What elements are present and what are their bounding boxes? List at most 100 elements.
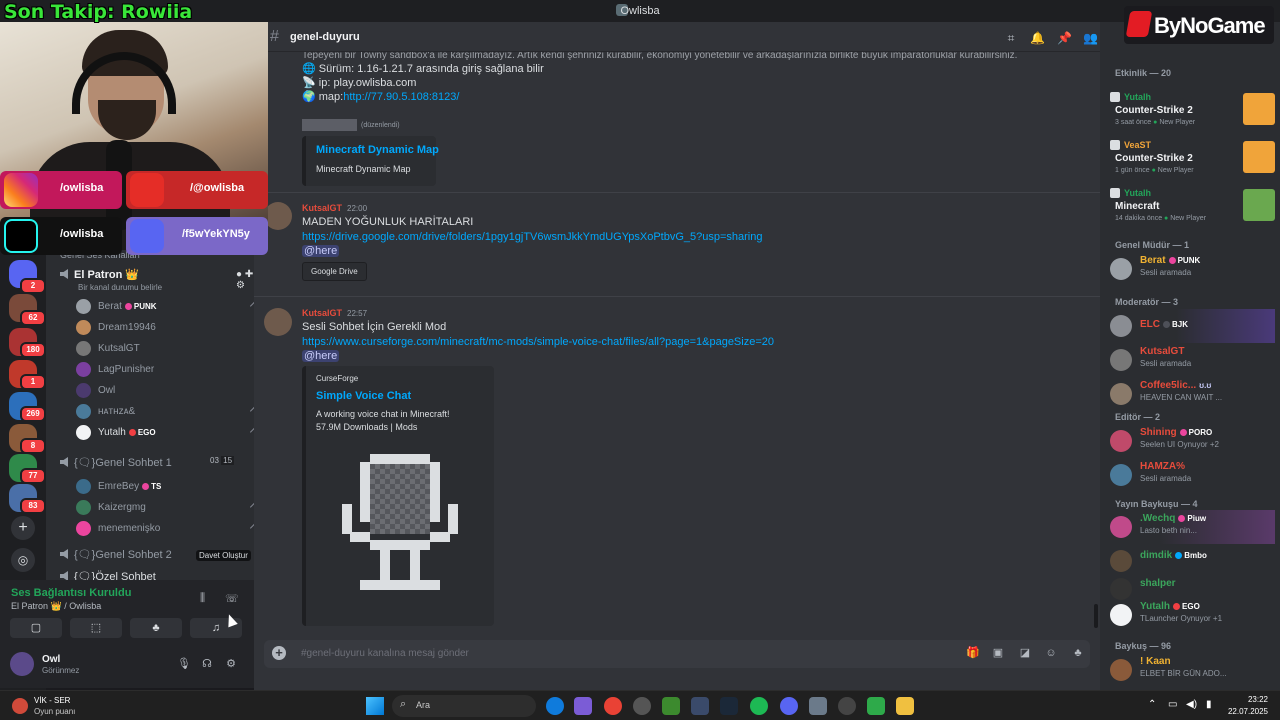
- channel-actions[interactable]: ● ✚ ⚙: [236, 269, 254, 291]
- voice-channel-genel-sohbet-1[interactable]: {🗨}Genel Sohbet 1: [60, 456, 172, 469]
- member-row[interactable]: Yutalh EGO TLauncher Oynuyor +1: [1110, 598, 1275, 632]
- member-row[interactable]: ELC BJK: [1110, 309, 1275, 343]
- clock-date[interactable]: 22.07.2025: [1222, 707, 1268, 716]
- spoiler-block[interactable]: [302, 119, 357, 131]
- voice-location[interactable]: El Patron 👑 / Owlisba: [11, 601, 101, 612]
- gift-icon[interactable]: 🎁: [966, 647, 980, 659]
- attach-plus-icon[interactable]: +: [272, 646, 286, 660]
- minecraft-icon[interactable]: [662, 697, 680, 715]
- chrome-icon[interactable]: [604, 697, 622, 715]
- user-name[interactable]: Owl: [42, 654, 60, 665]
- game-icon: [1243, 189, 1275, 221]
- voice-member[interactable]: ʜᴀтнᴢᴀ&: [76, 403, 265, 421]
- members-icon[interactable]: 👥: [1083, 31, 1098, 45]
- avatar: [76, 425, 91, 440]
- activity-card[interactable]: Yutalh Minecraft 14 dakika önce ● New Pl…: [1110, 186, 1275, 232]
- copilot-icon[interactable]: [574, 697, 592, 715]
- settings-icon[interactable]: ⚙: [225, 658, 237, 670]
- voice-member[interactable]: Owl: [76, 382, 262, 400]
- avatar[interactable]: [264, 202, 292, 230]
- start-icon[interactable]: [366, 697, 384, 715]
- disconnect-icon[interactable]: ☏: [225, 592, 239, 605]
- widget-title[interactable]: VİK - SER: [34, 696, 70, 705]
- member-row[interactable]: KutsalGT Sesli aramada: [1110, 343, 1275, 377]
- unread-badge: 77: [20, 468, 46, 484]
- user-status[interactable]: Görünmez: [42, 666, 79, 675]
- media-player-icon[interactable]: [838, 697, 856, 715]
- avatar[interactable]: [10, 652, 34, 676]
- voice-member[interactable]: KutsalGT: [76, 340, 262, 358]
- steam-icon[interactable]: [720, 697, 738, 715]
- emoji-icon[interactable]: ☺: [1045, 647, 1057, 659]
- threads-icon[interactable]: ⌗: [1004, 31, 1018, 45]
- obs-icon[interactable]: [633, 697, 651, 715]
- app-icon[interactable]: [691, 697, 709, 715]
- bell-icon[interactable]: 🔔: [1030, 31, 1045, 45]
- member-row[interactable]: ! Kaan ELBET BİR GÜN ADO...: [1110, 653, 1275, 687]
- taskbar-search[interactable]: [392, 695, 536, 717]
- avatar[interactable]: [264, 308, 292, 336]
- widget-subtitle[interactable]: Oyun puanı: [34, 707, 75, 716]
- search-icon: ⌕: [400, 698, 407, 710]
- edge-icon[interactable]: [546, 697, 564, 715]
- headphones-icon[interactable]: ☊: [201, 658, 213, 670]
- member-row[interactable]: HAMZA% Sesli aramada: [1110, 458, 1275, 492]
- voice-member[interactable]: Berat PUNK: [76, 298, 265, 316]
- weather-widget-icon[interactable]: [12, 698, 28, 714]
- activity-button[interactable]: ♣: [130, 618, 182, 638]
- member-row[interactable]: Coffee5lic... ʊ.ʊ HEAVEN CAN WAIT ...: [1110, 377, 1275, 411]
- last-follow-banner: Son Takip: Rowiia: [4, 1, 193, 23]
- gif-icon[interactable]: ▣: [992, 647, 1004, 659]
- sticker-icon[interactable]: ◪: [1019, 647, 1031, 659]
- embed-title[interactable]: Minecraft Dynamic Map: [316, 144, 439, 156]
- member-name: shalper: [1140, 578, 1176, 589]
- channel-status[interactable]: Bir kanal durumu belirle: [78, 283, 162, 292]
- voice-member[interactable]: EmreBey TS: [76, 478, 262, 496]
- add-server-icon[interactable]: +: [11, 516, 35, 540]
- spotify-icon[interactable]: [750, 697, 768, 715]
- chevron-up-icon[interactable]: ⌃: [1148, 699, 1156, 710]
- volume-icon[interactable]: ◀): [1186, 699, 1197, 710]
- hash-icon: #: [270, 28, 279, 45]
- app-icon[interactable]: [809, 697, 827, 715]
- voice-status[interactable]: Ses Bağlantısı Kuruldu: [11, 587, 131, 599]
- screen-share-button[interactable]: ⬚: [70, 618, 122, 638]
- apps-icon[interactable]: ♣: [1072, 647, 1084, 659]
- member-name: Owl: [98, 385, 116, 396]
- link-chip[interactable]: Google Drive: [302, 262, 367, 281]
- explore-icon[interactable]: ◎: [11, 548, 35, 572]
- voice-member[interactable]: LagPunisher: [76, 361, 262, 379]
- avatar: [76, 362, 91, 377]
- microphone-icon[interactable]: 🎙: [177, 658, 191, 670]
- member-name: ʜᴀтнᴢᴀ&: [98, 406, 136, 417]
- voice-member[interactable]: Dream19946: [76, 319, 262, 337]
- mention[interactable]: @here: [302, 245, 340, 257]
- clock-time[interactable]: 23:22: [1236, 695, 1268, 704]
- camera-off-button[interactable]: ▢: [10, 618, 62, 638]
- member-row[interactable]: Shining PORO Seelen UI Oynuyor +2: [1110, 424, 1275, 458]
- file-explorer-icon[interactable]: [896, 697, 914, 715]
- voice-member[interactable]: Kaizergmg: [76, 499, 265, 517]
- microphone-image[interactable]: [342, 454, 458, 608]
- activity-card[interactable]: VeaST Counter-Strike 2 1 gün önce ● New …: [1110, 138, 1275, 184]
- battery-icon[interactable]: ▮: [1206, 699, 1212, 710]
- activity-card[interactable]: Yutalh Counter-Strike 2 3 saat önce ● Ne…: [1110, 90, 1275, 136]
- network-icon[interactable]: ▭: [1168, 699, 1177, 710]
- pin-icon[interactable]: 📌: [1057, 31, 1072, 45]
- embed-title[interactable]: Simple Voice Chat: [316, 390, 411, 402]
- voice-channel-el-patron[interactable]: El Patron 👑: [60, 268, 139, 281]
- map-link[interactable]: http://77.90.5.108:8123/: [343, 91, 459, 103]
- embed-description: A working voice chat in Minecraft!: [316, 409, 450, 419]
- curseforge-link[interactable]: https://www.curseforge.com/minecraft/mc-…: [302, 336, 774, 348]
- noise-suppression-icon[interactable]: ⫼: [200, 592, 205, 605]
- member-row[interactable]: Berat PUNK Sesli aramada: [1110, 252, 1275, 286]
- member-row[interactable]: .Wechq Piuw Lasto beth nin...: [1110, 510, 1275, 544]
- voice-channel-genel-sohbet-2[interactable]: {🗨}Genel Sohbet 2: [60, 548, 172, 561]
- voice-member[interactable]: Yutalh EGO: [76, 424, 265, 442]
- voice-member[interactable]: menemenişko: [76, 520, 265, 538]
- drive-link[interactable]: https://drive.google.com/drive/folders/1…: [302, 231, 763, 243]
- app-icon[interactable]: [867, 697, 885, 715]
- scrollbar[interactable]: [1094, 604, 1098, 628]
- discord-icon[interactable]: [780, 697, 798, 715]
- mention[interactable]: @here: [302, 350, 340, 362]
